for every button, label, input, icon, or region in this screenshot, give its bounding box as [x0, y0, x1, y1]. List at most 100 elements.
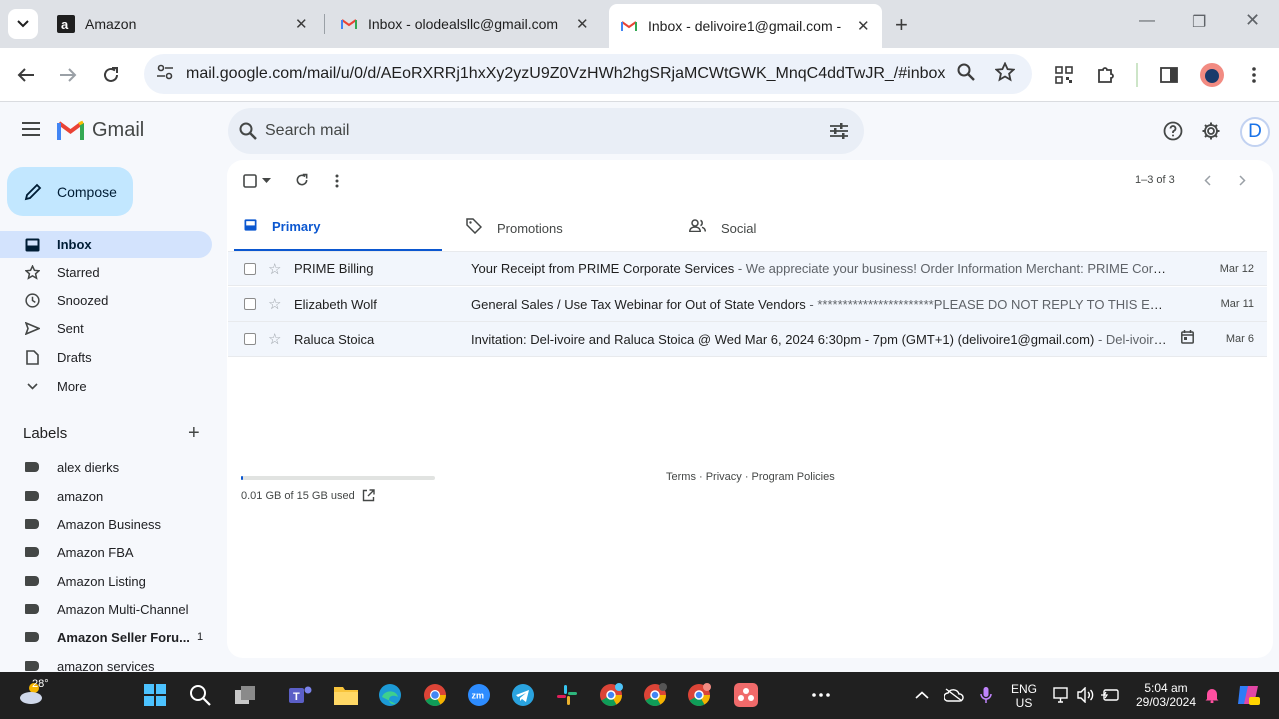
edge-icon[interactable]: [378, 683, 402, 707]
close-tab-icon[interactable]: ✕: [857, 17, 870, 35]
search-icon[interactable]: [188, 683, 212, 707]
main-menu-icon[interactable]: [22, 122, 40, 141]
microphone-icon[interactable]: [974, 683, 998, 707]
star-icon[interactable]: ☆: [268, 330, 281, 348]
zoom-icon[interactable]: [957, 63, 975, 86]
search-icon[interactable]: [239, 122, 257, 145]
label-item[interactable]: Amazon Business: [0, 511, 212, 537]
telegram-icon[interactable]: [511, 683, 535, 707]
site-settings-icon[interactable]: [156, 64, 174, 85]
slack-icon[interactable]: [555, 683, 579, 707]
battery-icon[interactable]: [1098, 683, 1122, 707]
network-icon[interactable]: [1050, 683, 1074, 707]
label-item[interactable]: Amazon Seller Foru... 1: [0, 624, 212, 650]
side-panel-icon[interactable]: [1156, 62, 1182, 88]
label-item[interactable]: Amazon Multi-Channel: [0, 596, 212, 622]
notifications-bell-icon[interactable]: [1200, 683, 1224, 707]
show-hidden-icons-icon[interactable]: [910, 683, 934, 707]
search-options-icon[interactable]: [830, 123, 848, 144]
nav-item-snoozed[interactable]: Snoozed: [0, 287, 212, 314]
chrome-profile-icon[interactable]: [643, 683, 667, 707]
qr-code-icon[interactable]: [1051, 62, 1077, 88]
profile-avatar[interactable]: [1199, 62, 1225, 88]
select-all-checkbox[interactable]: [243, 174, 257, 188]
search-mail-bar[interactable]: Search mail: [228, 108, 864, 154]
label-item[interactable]: Amazon FBA: [0, 539, 212, 565]
weather-widget[interactable]: 28°: [18, 678, 49, 711]
nav-item-inbox[interactable]: Inbox: [0, 231, 212, 258]
zoom-app-icon[interactable]: zm: [467, 683, 491, 707]
clock-icon: [23, 292, 41, 310]
email-row[interactable]: ☆ Elizabeth Wolf General Sales / Use Tax…: [228, 287, 1267, 322]
restore-icon[interactable]: ❐: [1192, 12, 1206, 32]
address-bar[interactable]: mail.google.com/mail/u/0/d/AEoRXRRj1hxXy…: [144, 54, 1032, 94]
task-view-icon[interactable]: [233, 683, 257, 707]
help-icon[interactable]: [1162, 120, 1184, 142]
row-checkbox[interactable]: [244, 298, 256, 310]
star-icon[interactable]: ☆: [268, 260, 281, 278]
nav-item-sent[interactable]: Sent: [0, 315, 212, 342]
tag-icon: [466, 217, 483, 239]
onedrive-icon[interactable]: [942, 683, 966, 707]
tab-label: Social: [721, 220, 757, 236]
nav-item-more[interactable]: More: [0, 373, 212, 400]
close-tab-icon[interactable]: ✕: [295, 15, 308, 33]
settings-gear-icon[interactable]: [1200, 120, 1222, 142]
volume-icon[interactable]: [1074, 683, 1098, 707]
chrome-profile-icon[interactable]: [599, 683, 623, 707]
back-icon[interactable]: [13, 62, 39, 88]
bookmark-star-icon[interactable]: [994, 60, 1016, 87]
label-item[interactable]: amazon: [0, 483, 212, 509]
teams-icon[interactable]: T: [289, 683, 313, 707]
minimize-icon[interactable]: —: [1139, 12, 1155, 30]
chrome-profile-icon[interactable]: [687, 683, 711, 707]
footer-links[interactable]: Terms · Privacy · Program Policies: [666, 471, 835, 483]
forward-icon[interactable]: [55, 62, 81, 88]
add-label-icon[interactable]: +: [188, 422, 200, 445]
reload-icon[interactable]: [98, 62, 124, 88]
more-options-icon[interactable]: [335, 174, 339, 188]
copilot-icon[interactable]: [1236, 683, 1260, 707]
extensions-icon[interactable]: [1093, 62, 1119, 88]
language-indicator[interactable]: ENG US: [1009, 682, 1039, 710]
browser-tab-amazon[interactable]: a Amazon ✕: [57, 8, 317, 40]
previous-page-icon[interactable]: [1204, 175, 1211, 186]
label-item[interactable]: Amazon Listing: [0, 568, 212, 594]
asana-icon[interactable]: [734, 683, 758, 707]
nav-item-drafts[interactable]: Drafts: [0, 344, 212, 371]
compose-button[interactable]: Compose: [7, 167, 133, 216]
more-apps-icon[interactable]: [809, 683, 833, 707]
windows-start-icon[interactable]: [143, 683, 167, 707]
label-tag-icon: [25, 547, 39, 557]
refresh-icon[interactable]: [295, 173, 309, 187]
email-preview: - Del-ivoire and ...: [1097, 331, 1171, 347]
email-row[interactable]: ☆ Raluca Stoica Invitation: Del-ivoire a…: [228, 322, 1267, 357]
tab-social[interactable]: Social: [689, 204, 897, 252]
row-checkbox[interactable]: [244, 333, 256, 345]
star-icon[interactable]: ☆: [268, 295, 281, 313]
select-dropdown-icon[interactable]: [262, 178, 271, 183]
open-external-icon[interactable]: [362, 489, 375, 505]
tab-promotions[interactable]: Promotions: [466, 204, 674, 252]
browser-tab-inbox-delivoire[interactable]: Inbox - delivoire1@gmail.com - ✕: [609, 4, 882, 48]
label-item[interactable]: alex dierks: [0, 454, 212, 480]
file-explorer-icon[interactable]: [334, 683, 358, 707]
close-tab-icon[interactable]: ✕: [576, 15, 589, 33]
next-page-icon[interactable]: [1239, 175, 1246, 186]
account-avatar[interactable]: D: [1240, 117, 1270, 147]
clock[interactable]: 5:04 am 29/03/2024: [1128, 681, 1204, 709]
calendar-icon[interactable]: [1181, 329, 1194, 349]
close-window-icon[interactable]: ✕: [1245, 10, 1260, 31]
tab-primary[interactable]: Primary: [234, 204, 442, 252]
gmail-logo[interactable]: Gmail: [57, 119, 144, 142]
pencil-icon: [24, 183, 42, 206]
browser-menu-icon[interactable]: [1241, 62, 1267, 88]
email-row[interactable]: ☆ PRIME Billing Your Receipt from PRIME …: [228, 251, 1267, 286]
new-tab-icon[interactable]: +: [895, 12, 908, 38]
tab-search-button[interactable]: [8, 9, 38, 39]
browser-tab-inbox-olodeals[interactable]: Inbox - olodealsllc@gmail.com ✕: [340, 8, 600, 40]
nav-item-starred[interactable]: Starred: [0, 259, 212, 286]
row-checkbox[interactable]: [244, 262, 256, 275]
search-input[interactable]: Search mail: [265, 122, 349, 140]
chrome-icon[interactable]: [423, 683, 447, 707]
